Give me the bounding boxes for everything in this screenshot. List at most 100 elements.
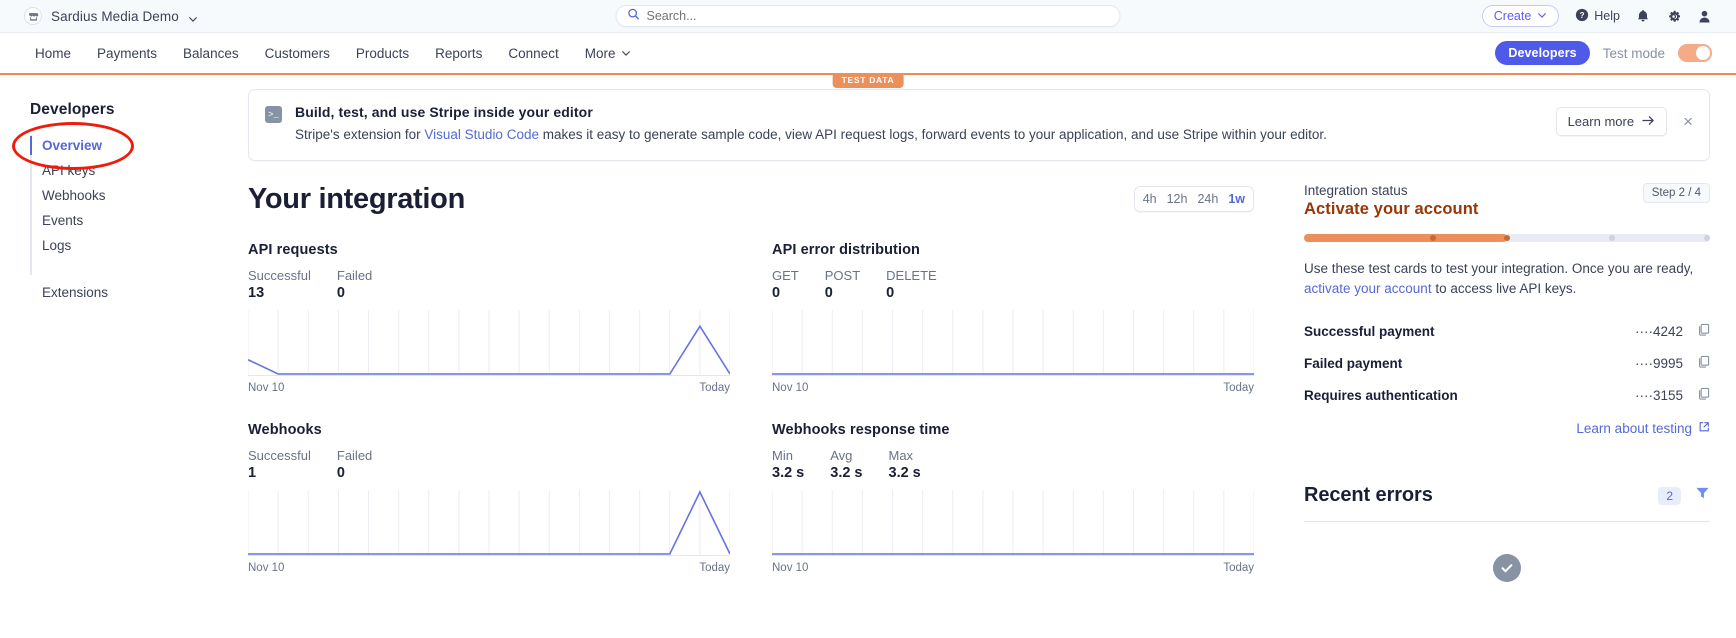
recent-errors-count-badge: 2 xyxy=(1658,486,1681,505)
search-input[interactable] xyxy=(646,9,1109,23)
metric-label: DELETE xyxy=(886,267,937,283)
filter-icon[interactable] xyxy=(1695,486,1710,505)
metric-value: 3.2 s xyxy=(888,464,921,481)
metric-label: POST xyxy=(824,267,861,283)
notifications-bell-icon[interactable] xyxy=(1636,9,1650,24)
sidebar-item-extensions[interactable]: Extensions xyxy=(42,280,248,305)
sidebar-item-events[interactable]: Events xyxy=(42,208,248,233)
nav-label: Payments xyxy=(97,45,158,61)
account-switcher[interactable]: Sardius Media Demo xyxy=(24,7,198,25)
test-card-name: Failed payment xyxy=(1304,355,1403,371)
visual-studio-code-link[interactable]: Visual Studio Code xyxy=(424,127,539,142)
developers-pill[interactable]: Developers xyxy=(1495,41,1590,65)
create-button-label: Create xyxy=(1493,9,1532,23)
copy-icon[interactable] xyxy=(1697,323,1710,339)
range-option-1w[interactable]: 1w xyxy=(1228,192,1245,206)
metric-failed: Failed 0 xyxy=(337,268,372,301)
range-option-24h[interactable]: 24h xyxy=(1197,192,1218,206)
svg-text:?: ? xyxy=(1580,11,1585,20)
nav-item-balances[interactable]: Balances xyxy=(170,46,252,61)
test-card-name: Successful payment xyxy=(1304,323,1435,339)
nav-label: Products xyxy=(355,45,410,61)
progress-step-dot-3 xyxy=(1608,234,1615,241)
learn-more-label: Learn more xyxy=(1567,114,1635,129)
account-name: Sardius Media Demo xyxy=(51,8,179,24)
nav-label: Connect xyxy=(508,45,559,61)
range-option-4h[interactable]: 4h xyxy=(1143,192,1157,206)
sidebar-item-webhooks[interactable]: Webhooks xyxy=(42,183,248,208)
axis-label-end: Today xyxy=(699,561,730,574)
nav-item-reports[interactable]: Reports xyxy=(422,46,495,61)
axis-label-end: Today xyxy=(1223,561,1254,574)
global-search[interactable] xyxy=(615,5,1121,27)
test-card-row: Failed payment ····9995 xyxy=(1304,347,1710,379)
test-card-number: ····3155 xyxy=(1634,387,1683,403)
copy-icon[interactable] xyxy=(1697,387,1710,403)
create-button[interactable]: Create xyxy=(1481,5,1560,27)
test-cards-description: Use these test cards to test your integr… xyxy=(1304,259,1710,300)
metric-label: Successful xyxy=(248,267,311,283)
chart-card-webhooks-response-time: Webhooks response time Min 3.2 s Avg 3.2… xyxy=(772,422,1254,574)
nav-label: Balances xyxy=(183,45,239,61)
help-button[interactable]: ? Help xyxy=(1575,8,1620,25)
test-card-row: Successful payment ····4242 xyxy=(1304,315,1710,347)
test-mode-toggle[interactable] xyxy=(1678,44,1712,62)
search-icon xyxy=(628,7,640,25)
sidebar-item-api-keys[interactable]: API keys xyxy=(42,158,248,183)
nav-label: Home xyxy=(35,45,72,61)
test-mode-label: Test mode xyxy=(1602,45,1665,61)
sidebar-item-label: Overview xyxy=(42,138,103,153)
chart-axis: Nov 10 Today xyxy=(248,562,730,574)
nav-item-home[interactable]: Home xyxy=(24,46,84,61)
range-option-12h[interactable]: 12h xyxy=(1167,192,1188,206)
chart-metrics: Min 3.2 s Avg 3.2 s Max 3.2 s xyxy=(772,448,1254,481)
copy-icon[interactable] xyxy=(1697,355,1710,371)
close-icon[interactable]: × xyxy=(1683,113,1693,130)
activate-account-link[interactable]: activate your account xyxy=(1304,281,1432,296)
nav-item-products[interactable]: Products xyxy=(343,46,422,61)
store-icon xyxy=(24,7,42,25)
sidebar-item-logs[interactable]: Logs xyxy=(42,233,248,258)
step-badge: Step 2 / 4 xyxy=(1642,182,1710,203)
developers-sidebar: Developers Overview API keys Webhooks Ev… xyxy=(0,89,248,582)
chart-card-api-requests: API requests Successful 13 Failed 0 Nov … xyxy=(248,242,730,394)
chart-title: API error distribution xyxy=(772,241,921,258)
time-range-selector[interactable]: 4h 12h 24h 1w xyxy=(1133,186,1254,213)
nav-item-customers[interactable]: Customers xyxy=(252,46,343,61)
chart-axis: Nov 10 Today xyxy=(772,382,1254,394)
metric-avg: Avg 3.2 s xyxy=(830,448,862,481)
chart-axis: Nov 10 Today xyxy=(248,382,730,394)
nav-item-more[interactable]: More xyxy=(572,46,645,61)
main-content: >_ Build, test, and use Stripe inside yo… xyxy=(248,89,1736,583)
sidebar-item-label: Webhooks xyxy=(42,188,106,203)
nav-label: Customers xyxy=(264,45,330,61)
chart-title: API requests xyxy=(248,241,338,258)
banner-actions: Learn more × xyxy=(1555,107,1693,136)
chart-title: Webhooks xyxy=(248,421,322,438)
learn-about-testing-link[interactable]: Learn about testing xyxy=(1304,421,1710,436)
nav-right-actions: Developers Test mode xyxy=(1495,41,1712,65)
chevron-down-icon xyxy=(621,46,631,61)
nav-item-connect[interactable]: Connect xyxy=(495,46,571,61)
test-card-row: Requires authentication ····3155 xyxy=(1304,379,1710,411)
learn-more-button[interactable]: Learn more xyxy=(1555,107,1668,136)
sidebar-item-label: Events xyxy=(42,213,84,228)
banner-title: Build, test, and use Stripe inside your … xyxy=(295,104,593,120)
integration-status-headline: Activate your account xyxy=(1304,199,1479,218)
metric-label: Failed xyxy=(336,447,373,463)
onboarding-progress-bar xyxy=(1304,233,1710,242)
metric-value: 0 xyxy=(336,464,345,481)
metric-value: 0 xyxy=(772,284,781,301)
nav-item-payments[interactable]: Payments xyxy=(84,46,170,61)
axis-label-end: Today xyxy=(699,381,730,394)
user-avatar-icon[interactable] xyxy=(1697,9,1712,24)
top-bar: Sardius Media Demo Create ? Help xyxy=(0,0,1736,33)
settings-gear-icon[interactable] xyxy=(1666,9,1681,24)
metric-delete: DELETE 0 xyxy=(886,268,937,301)
progress-step-dot-2 xyxy=(1504,234,1510,241)
sidebar-item-overview[interactable]: Overview xyxy=(30,133,248,158)
metric-label: Min xyxy=(772,447,793,463)
check-circle-icon xyxy=(1493,554,1521,583)
test-card-name: Requires authentication xyxy=(1304,387,1458,403)
metric-value: 13 xyxy=(248,284,265,301)
